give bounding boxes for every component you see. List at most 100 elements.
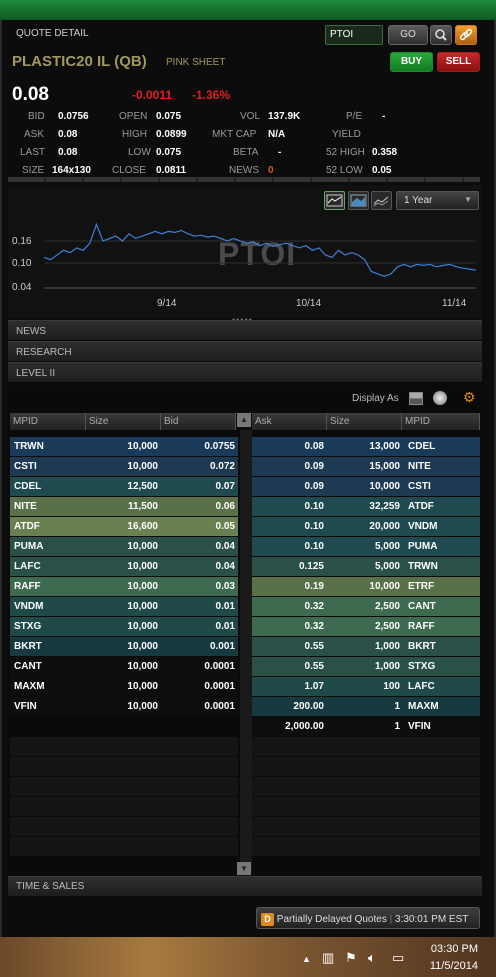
bid-size: 10,000 — [127, 561, 158, 572]
ask-row[interactable]: 0.19 10,000 ETRF — [252, 577, 480, 596]
bid-size: 10,000 — [127, 461, 158, 472]
bid-row[interactable]: CDEL 12,500 0.07 — [10, 477, 238, 496]
ask-row[interactable]: 0.55 1,000 STXG — [252, 657, 480, 676]
bid-price: 0.0001 — [204, 701, 235, 712]
ask-row[interactable]: 0.09 10,000 CSTI — [252, 477, 480, 496]
bid-row[interactable]: BKRT 10,000 0.001 — [10, 637, 238, 656]
bid-row[interactable]: VFIN 10,000 0.0001 — [10, 697, 238, 716]
ask-price: 200.00 — [293, 701, 324, 712]
bid-mpid: CSTI — [14, 461, 37, 472]
bid-row[interactable]: TRWN 10,000 0.0755 — [10, 437, 238, 456]
ask-size: 10,000 — [369, 581, 400, 592]
bid-price: 0.001 — [209, 641, 235, 652]
level2-section-header[interactable]: LEVEL II — [8, 362, 482, 383]
book-separator — [240, 430, 252, 873]
ask-mpid: RAFF — [408, 621, 435, 632]
scroll-up-arrow[interactable]: ▲ — [237, 413, 251, 427]
bid-row[interactable]: MAXM 10,000 0.0001 — [10, 677, 238, 696]
ask-row[interactable]: 0.10 20,000 VNDM — [252, 517, 480, 536]
ask-size: 32,259 — [369, 501, 400, 512]
ask-price: 0.10 — [304, 521, 324, 532]
price-line-plot — [43, 222, 477, 289]
ask-price: 0.32 — [304, 601, 324, 612]
empty-book-row — [10, 737, 238, 756]
ask-row[interactable]: 0.09 15,000 NITE — [252, 457, 480, 476]
ask-mpid: BKRT — [408, 641, 436, 652]
ask-mpid: PUMA — [408, 541, 438, 552]
power-icon[interactable]: ▭ — [392, 950, 404, 966]
ask-size: 1,000 — [374, 661, 400, 672]
bid-row[interactable]: RAFF 10,000 0.03 — [10, 577, 238, 596]
col-mpid-ask[interactable]: MPID — [402, 413, 480, 430]
bid-mpid: BKRT — [14, 641, 42, 652]
taskbar-date[interactable]: 11/5/2014 — [430, 960, 478, 972]
chevron-up-icon[interactable]: ▲ — [302, 954, 311, 964]
bid-row[interactable]: CANT 10,000 0.0001 — [10, 657, 238, 676]
ask-row[interactable]: 0.32 2,500 RAFF — [252, 617, 480, 636]
gear-icon[interactable]: ⚙ — [463, 389, 476, 406]
scroll-down-arrow[interactable]: ▼ — [237, 862, 251, 875]
col-mpid-bid[interactable]: MPID — [10, 413, 86, 430]
empty-book-row — [252, 797, 480, 816]
ask-price: 0.19 — [304, 581, 324, 592]
bid-mpid: NITE — [14, 501, 37, 512]
time-sales-section-header[interactable]: TIME & SALES — [8, 876, 482, 896]
ask-row[interactable]: 2,000.00 1 VFIN — [252, 717, 480, 736]
taskbar-time[interactable]: 03:30 PM — [431, 943, 478, 955]
ask-price: 0.55 — [304, 641, 324, 652]
speaker-icon[interactable]: 🔈︎ — [368, 950, 376, 966]
ask-price: 0.09 — [304, 481, 324, 492]
ask-row[interactable]: 0.10 32,259 ATDF — [252, 497, 480, 516]
ask-mpid: CSTI — [408, 481, 431, 492]
ask-size: 20,000 — [369, 521, 400, 532]
ask-mpid: LAFC — [408, 681, 435, 692]
bid-mpid: STXG — [14, 621, 42, 632]
bid-price: 0.06 — [215, 501, 235, 512]
delayed-quotes-text: Partially Delayed Quotes — [276, 914, 387, 925]
bid-row[interactable]: STXG 10,000 0.01 — [10, 617, 238, 636]
col-size-ask[interactable]: Size — [327, 413, 402, 430]
ask-mpid: STXG — [408, 661, 436, 672]
ask-row[interactable]: 0.08 13,000 CDEL — [252, 437, 480, 456]
ask-mpid: CDEL — [408, 441, 436, 452]
bid-price: 0.01 — [215, 601, 235, 612]
display-as-label: Display As — [352, 393, 399, 404]
bid-price: 0.0001 — [204, 661, 235, 672]
bid-size: 16,600 — [127, 521, 158, 532]
ask-row[interactable]: 0.125 5,000 TRWN — [252, 557, 480, 576]
bid-row[interactable]: NITE 11,500 0.06 — [10, 497, 238, 516]
ask-price: 0.55 — [304, 661, 324, 672]
empty-book-row — [10, 817, 238, 836]
bid-size: 11,500 — [127, 501, 158, 512]
network-icon[interactable]: ▥ — [322, 950, 334, 966]
ask-price: 2,000.00 — [285, 721, 324, 732]
bid-row[interactable]: ATDF 16,600 0.05 — [10, 517, 238, 536]
ask-row[interactable]: 1.07 100 LAFC — [252, 677, 480, 696]
bid-mpid: LAFC — [14, 561, 41, 572]
research-section-header[interactable]: RESEARCH — [8, 341, 482, 362]
ask-mpid: MAXM — [408, 701, 439, 712]
display-radio-icon[interactable] — [433, 391, 447, 405]
ask-price: 0.32 — [304, 621, 324, 632]
display-table-icon[interactable] — [409, 392, 423, 405]
bid-size: 10,000 — [127, 441, 158, 452]
bid-size: 10,000 — [127, 621, 158, 632]
bid-row[interactable]: CSTI 10,000 0.072 — [10, 457, 238, 476]
news-section-header[interactable]: NEWS — [8, 320, 482, 341]
ask-mpid: VFIN — [408, 721, 431, 732]
bid-row[interactable]: LAFC 10,000 0.04 — [10, 557, 238, 576]
ask-row[interactable]: 200.00 1 MAXM — [252, 697, 480, 716]
col-ask[interactable]: Ask — [252, 413, 327, 430]
price-series-line — [43, 222, 477, 277]
col-size-bid[interactable]: Size — [86, 413, 161, 430]
ask-row[interactable]: 0.10 5,000 PUMA — [252, 537, 480, 556]
ask-row[interactable]: 0.55 1,000 BKRT — [252, 637, 480, 656]
bid-row[interactable]: PUMA 10,000 0.04 — [10, 537, 238, 556]
ask-row[interactable]: 0.32 2,500 CANT — [252, 597, 480, 616]
col-bid[interactable]: Bid — [161, 413, 236, 430]
bid-price: 0.04 — [215, 561, 235, 572]
bid-price: 0.03 — [215, 581, 235, 592]
bid-mpid: CDEL — [14, 481, 42, 492]
flag-icon[interactable]: ⚑ — [345, 950, 357, 966]
bid-row[interactable]: VNDM 10,000 0.01 — [10, 597, 238, 616]
